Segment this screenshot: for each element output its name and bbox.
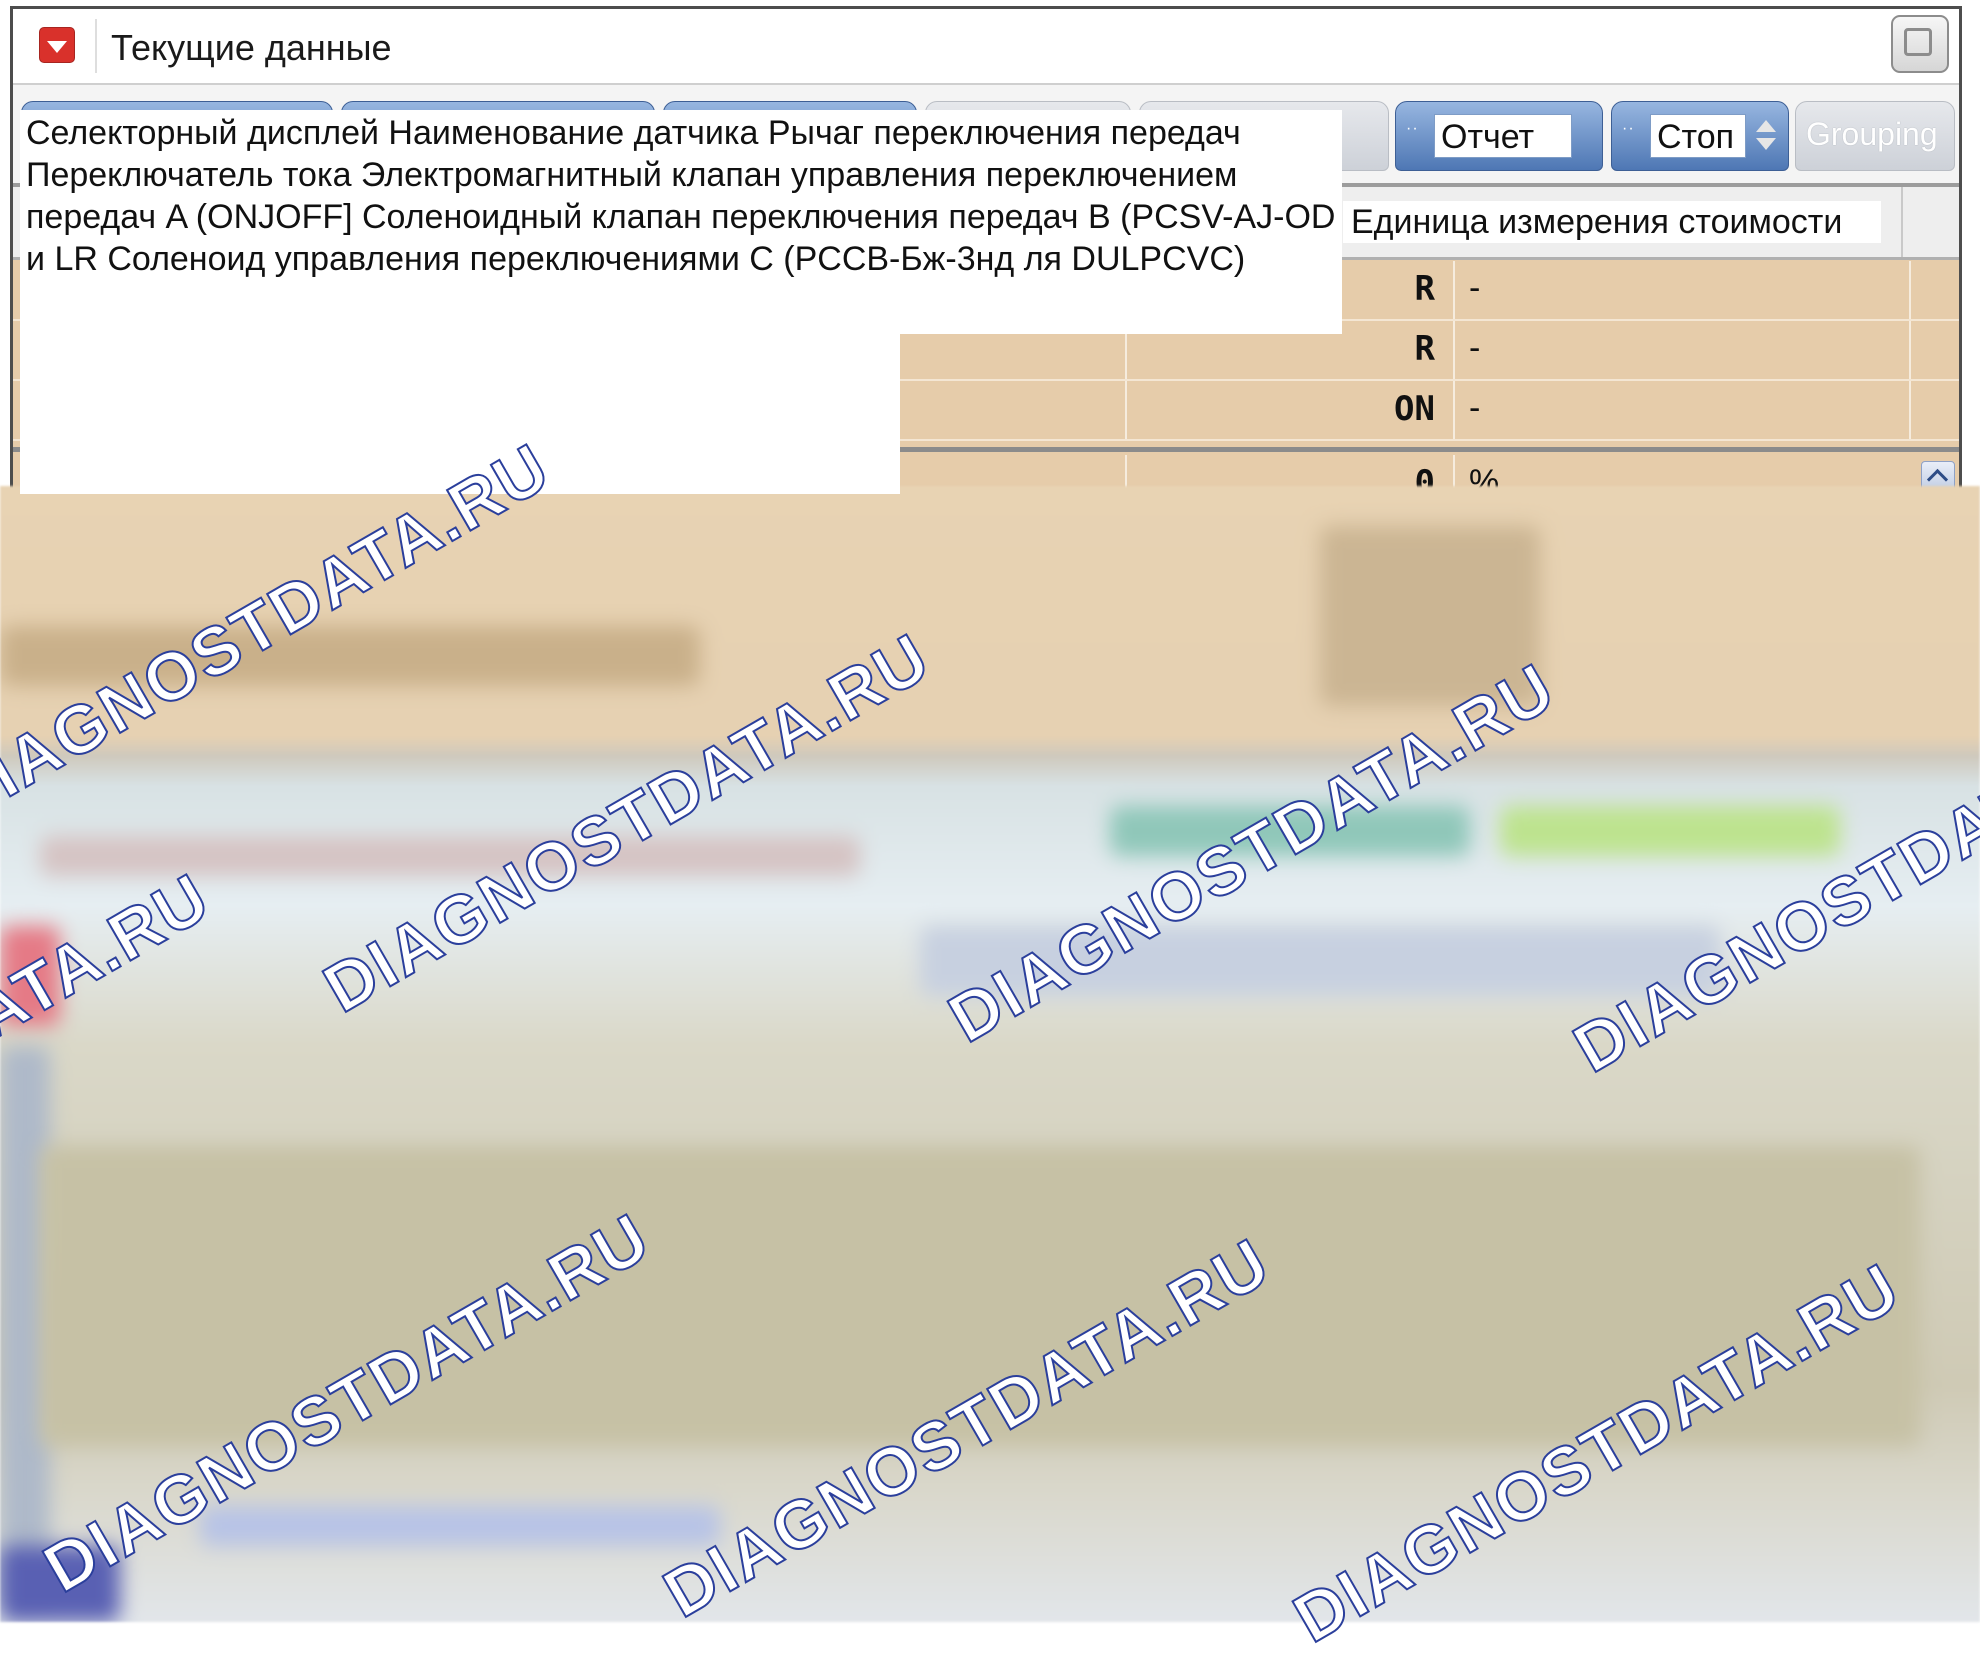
grouping-button[interactable]: Grouping <box>1795 101 1955 171</box>
column-divider <box>1453 321 1455 379</box>
column-divider <box>1909 381 1911 439</box>
maximize-button[interactable] <box>1891 15 1949 73</box>
window-title: Текущие данные <box>111 27 392 68</box>
title-divider <box>95 19 97 73</box>
drag-handle-icon: ·· <box>1406 120 1419 137</box>
report-button[interactable]: ·· Отчет <box>1395 101 1603 171</box>
row-value: R <box>1414 329 1435 369</box>
spinner-arrows-icon[interactable] <box>1754 118 1778 158</box>
column-divider <box>1453 261 1455 319</box>
stop-button[interactable]: ·· Стоп <box>1611 101 1789 171</box>
drag-handle-icon: ·· <box>1622 120 1635 137</box>
column-divider <box>1909 261 1911 319</box>
window-titlebar: Текущие данные <box>13 9 1959 85</box>
column-divider <box>1909 321 1911 379</box>
row-value: ON <box>1394 389 1435 429</box>
stop-label: Стоп <box>1650 114 1746 158</box>
row-unit: - <box>1469 269 1481 307</box>
scroll-up-button[interactable] <box>1921 461 1955 489</box>
column-divider <box>1125 381 1127 439</box>
column-divider <box>1453 455 1455 489</box>
sensor-tooltip: Селекторный дисплей Наименование датчика… <box>20 110 1342 334</box>
report-label: Отчет <box>1434 114 1572 158</box>
column-divider <box>1453 381 1455 439</box>
column-divider <box>1901 187 1903 257</box>
grouping-label: Grouping <box>1806 116 1938 152</box>
row-unit: - <box>1469 329 1481 367</box>
column-header-unit[interactable]: Единица измерения стоимости <box>1343 201 1881 243</box>
row-unit: - <box>1469 389 1481 427</box>
collapse-button[interactable] <box>39 27 75 63</box>
column-divider <box>1125 455 1127 489</box>
chevron-down-icon <box>47 41 67 53</box>
